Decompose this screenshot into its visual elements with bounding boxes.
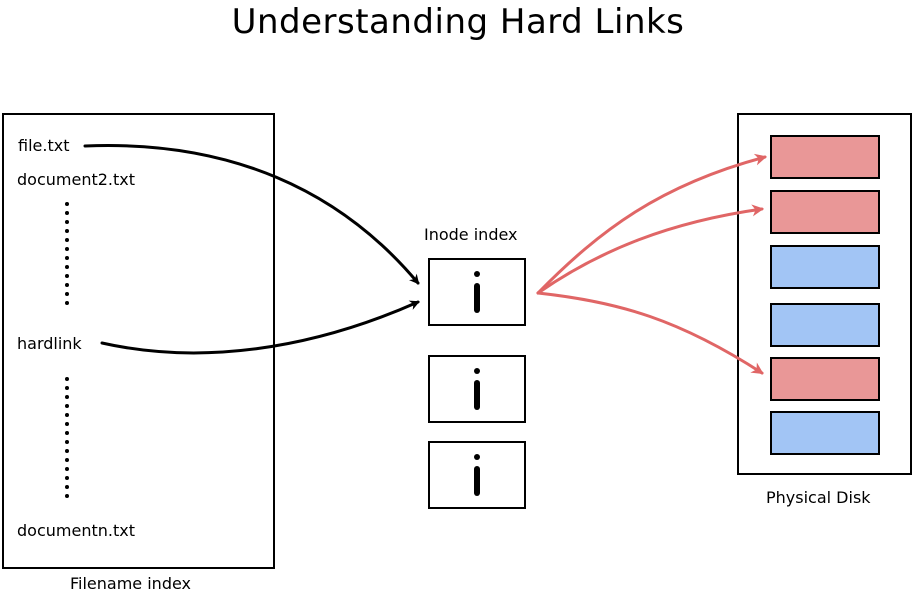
arrow-file-to-inode bbox=[83, 144, 420, 285]
arrow-inode-to-block-5 bbox=[536, 291, 764, 375]
arrow-inode-to-block-2 bbox=[536, 204, 764, 295]
link-arrows bbox=[83, 144, 767, 375]
arrow-hardlink-to-inode bbox=[100, 300, 420, 355]
